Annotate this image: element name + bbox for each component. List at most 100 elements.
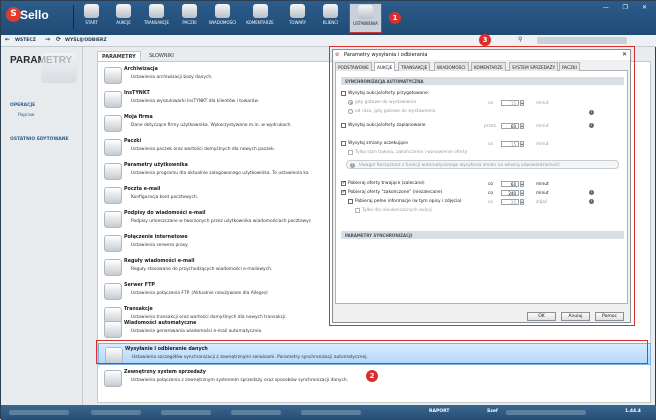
dialog-titlebar: ⚙ Parametry wysyłania i odbierania ✕ xyxy=(333,50,630,60)
toolbar-transakcje-button[interactable]: TRANSAKCJE xyxy=(141,3,172,33)
toolbar-towary-button[interactable]: TOWARY xyxy=(282,3,313,33)
info-icon[interactable]: i xyxy=(589,190,594,195)
interval-input-2[interactable]: 60 xyxy=(501,123,519,129)
close-icon[interactable]: ✕ xyxy=(622,51,627,58)
dialog-tab-komentarze[interactable]: KOMENTARZE xyxy=(471,62,506,71)
version-label: 1.44.4 xyxy=(625,409,641,414)
checkbox-full-info[interactable] xyxy=(348,199,353,204)
status-item-blurred xyxy=(301,410,361,415)
checkbox-send-prepared[interactable] xyxy=(341,91,346,96)
checkbox-unfinished-only[interactable] xyxy=(355,208,360,213)
stepper-6[interactable]: ▴ xyxy=(520,199,524,205)
radio-immediately[interactable] xyxy=(348,109,353,114)
send-receive-button[interactable]: WYŚLIJ/ODBIERZ xyxy=(65,38,107,43)
forward-arrow-icon[interactable]: → xyxy=(45,36,50,43)
warning-text: Uwaga! Korzystasz z funkcji automatyczne… xyxy=(359,163,560,168)
left-pane: PARAMETRY OPERACJE Popraw OSTATNIO EDYTO… xyxy=(1,47,83,405)
item-desc: Ustawienia generowania wiadomości e-mail… xyxy=(131,329,263,334)
users-icon xyxy=(323,4,338,18)
home-icon xyxy=(84,4,99,18)
info-icon[interactable]: i xyxy=(589,199,594,204)
tab-slowniki[interactable]: SŁOWNIKI xyxy=(145,51,185,61)
label-co: co xyxy=(488,191,494,196)
interval-input-4[interactable]: 60 xyxy=(501,181,519,187)
szef-user: Szef xyxy=(487,409,498,414)
toolbar-aukcje-button[interactable]: AUKCJE xyxy=(108,3,139,33)
label-przez: przez xyxy=(484,124,496,129)
interval-input-5[interactable]: 240 xyxy=(501,190,519,196)
photos-input[interactable]: 20 xyxy=(501,199,519,205)
item-desc: Ustawienia wyszukiwarki InsTYNKT dla kli… xyxy=(131,99,259,104)
server-icon xyxy=(104,283,122,300)
help-button[interactable]: Pomoc xyxy=(595,312,624,321)
back-button[interactable]: WSTECZ xyxy=(15,38,36,43)
globe-icon xyxy=(104,235,122,252)
label-full-info: Pobieraj pełne informacje (w tym opisy i… xyxy=(355,199,462,204)
toolbar-label: AUKCJE xyxy=(116,20,131,25)
group-header-auto-sync: SYNCHRONIZACJA AUTOMATYCZNA xyxy=(341,77,624,85)
toolbar-paczki-button[interactable]: PACZKI xyxy=(174,3,205,33)
recently-edited-section: OSTATNIO EDYTOWANE xyxy=(10,137,69,142)
stepper-4[interactable]: ▴ xyxy=(520,181,524,187)
checkbox-send-pending[interactable] xyxy=(341,141,346,146)
item-desc: Podpisy umieszczane w tworzonych przez u… xyxy=(131,219,312,224)
label-minut: minut xyxy=(536,191,549,196)
interval-input-3[interactable]: 15 xyxy=(501,141,519,147)
checkbox-fetch-ended[interactable] xyxy=(341,189,346,195)
app-window: S Sello START AUKCJE TRANSAKCJE PACZKI W… xyxy=(0,0,656,420)
popraw-link[interactable]: Popraw xyxy=(18,113,34,118)
dialog-tab-podstawowe[interactable]: PODSTAWOWE xyxy=(335,62,372,71)
item-title: Poczta e-mail xyxy=(124,187,161,192)
item-title: Parametry użytkownika xyxy=(124,163,188,168)
company-icon xyxy=(104,115,122,132)
toolbar-klienci-button[interactable]: KLIENCI xyxy=(315,3,346,33)
raport-button[interactable]: RAPORT xyxy=(429,409,449,414)
info-icon[interactable]: i xyxy=(589,110,594,115)
dialog-tab-transakcje[interactable]: TRANSAKCJE xyxy=(398,62,431,71)
item-desc: Ustawienia archiwizacji bazy danych. xyxy=(131,75,213,80)
checkbox-fetch-active[interactable] xyxy=(341,180,346,186)
label-immediately: od razu, gdy gotowe do wystawienia xyxy=(355,109,436,114)
item-title: Połączenie internetowe xyxy=(124,235,188,240)
item-desc: Ustawienia programu dla aktualnie zalogo… xyxy=(131,171,309,176)
sync-icon[interactable]: ⟳ xyxy=(56,36,61,43)
status-item-blurred xyxy=(161,410,211,415)
cancel-button[interactable]: Anuluj xyxy=(561,312,590,321)
external-system-icon xyxy=(104,370,122,387)
tab-parametry[interactable]: PARAMETRY xyxy=(97,51,141,61)
label-zdjec: zdjęć xyxy=(536,200,548,205)
stepper-1[interactable]: ▴ xyxy=(520,100,524,106)
dialog-tab-system-sprzedazy[interactable]: SYSTEM SPRZEDAŻY xyxy=(509,62,559,71)
stepper-5[interactable]: ▴ xyxy=(520,190,524,196)
dialog-tab-wiadomosci[interactable]: WIADOMOŚCI xyxy=(434,62,469,71)
interval-input-1[interactable]: 15 xyxy=(501,100,519,106)
dialog-body: SYNCHRONIZACJA AUTOMATYCZNA Wysyłaj aukc… xyxy=(335,71,628,304)
signature-icon xyxy=(104,211,122,228)
toolbar-komentarze-button[interactable]: KOMENTARZE xyxy=(240,3,280,33)
window-controls[interactable]: — ❐ ✕ xyxy=(603,4,653,11)
item-title: Zewnętrzny system sprzedaży xyxy=(124,370,206,375)
label-stock-only: Tylko stan towaru, zakończenie i wznowie… xyxy=(355,150,468,155)
back-arrow-icon[interactable]: ← xyxy=(5,36,10,43)
radio-when-ready[interactable] xyxy=(348,100,353,105)
item-desc: Ustawienia paczek oraz wartości domyślny… xyxy=(131,147,276,152)
stepper-2[interactable]: ▴ xyxy=(520,123,524,129)
stepper-3[interactable]: ▴ xyxy=(520,141,524,147)
selected-item-highlight xyxy=(96,340,648,364)
toolbar-ustawienia-button[interactable]: USTAWIENIA xyxy=(349,3,382,33)
info-icon[interactable]: i xyxy=(589,123,594,128)
dialog-title: Parametry wysyłania i odbierania xyxy=(344,52,428,58)
toolbar-wiadomosci-button[interactable]: WIADOMOŚCI xyxy=(207,3,238,33)
operations-section: OPERACJE xyxy=(10,103,36,108)
label-minut: minut xyxy=(536,124,549,129)
checkbox-stock-only[interactable] xyxy=(348,150,353,155)
rules-icon xyxy=(104,259,122,276)
label-minut: minut xyxy=(536,142,549,147)
dialog-tab-paczki[interactable]: PACZKI xyxy=(559,62,580,71)
ok-button[interactable]: OK xyxy=(527,312,556,321)
settings-large-icon xyxy=(41,53,77,83)
toolbar-label: TRANSAKCJE xyxy=(143,20,170,25)
checkbox-send-scheduled[interactable] xyxy=(341,123,346,128)
auto-mail-icon xyxy=(104,321,122,338)
toolbar-start-button[interactable]: START xyxy=(76,3,107,33)
